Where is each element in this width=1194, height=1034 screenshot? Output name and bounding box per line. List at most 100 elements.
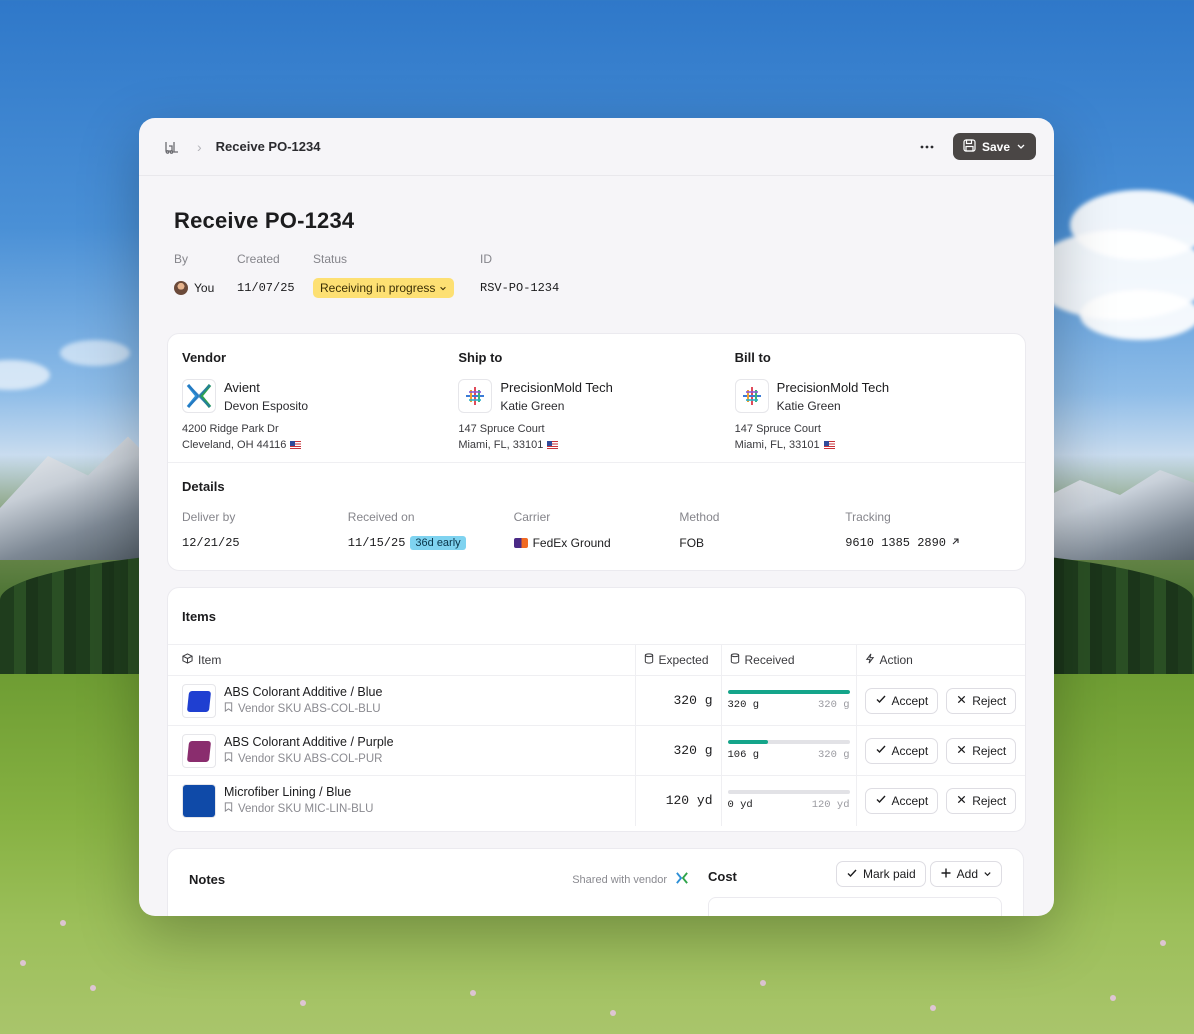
accept-button[interactable]: Accept	[864, 737, 939, 764]
item-sku: Vendor SKU ABS-COL-BLU	[238, 702, 381, 715]
reject-button[interactable]: Reject	[946, 737, 1017, 764]
ship-to-section: Ship to PrecisionMold Tech Katie Green 1…	[458, 350, 734, 462]
vendor-company: Avient	[224, 380, 260, 395]
ship-to-address-line2: Miami, FL, 33101	[458, 439, 544, 451]
fedex-icon	[513, 538, 528, 548]
addresses-details-card: Vendor Avient Devon Esposito 4200 Ridge …	[167, 333, 1026, 571]
by-label: By	[174, 252, 189, 266]
received-on-label: Received on	[347, 510, 415, 524]
deliver-by-label: Deliver by	[182, 510, 236, 524]
ship-to-address-line1: 147 Spruce Court	[458, 423, 545, 435]
received-value: 320 g	[727, 699, 760, 711]
receive-po-window: › Receive PO-1234 Save Receive PO-1234 B…	[139, 118, 1054, 916]
notes-section: Notes Shared with vendor	[189, 871, 689, 916]
bookmark-icon	[224, 751, 233, 768]
close-icon	[956, 794, 967, 808]
column-header-item: Item	[168, 644, 635, 676]
created-value: 11/07/25	[237, 281, 295, 295]
forklift-icon[interactable]	[164, 139, 180, 155]
save-button[interactable]: Save	[952, 133, 1036, 160]
reject-button[interactable]: Reject	[946, 687, 1017, 714]
reject-button[interactable]: Reject	[946, 787, 1017, 814]
received-on-value: 11/15/25	[347, 536, 406, 550]
mark-paid-button[interactable]: Mark paid	[835, 861, 926, 887]
product-thumbnail	[182, 683, 216, 718]
meta-row: By You Created 11/07/25 Status Receiving…	[174, 252, 1026, 298]
chevron-right-icon: ›	[197, 138, 202, 155]
cost-section: Cost Mark paid Add	[708, 861, 1002, 916]
bill-to-heading: Bill to	[734, 350, 771, 365]
received-value: 106 g	[727, 749, 760, 761]
table-row: Microfiber Lining / Blue Vendor SKU MIC-…	[168, 775, 1025, 826]
page-title: Receive PO-1234	[174, 208, 355, 233]
ship-to-heading: Ship to	[458, 350, 503, 365]
received-progress-bar	[727, 790, 850, 795]
details-heading: Details	[182, 479, 225, 494]
cylinder-icon	[730, 653, 740, 667]
vendor-contact: Devon Esposito	[224, 399, 309, 413]
shared-with-vendor: Shared with vendor	[572, 871, 689, 888]
us-flag-icon	[547, 441, 559, 449]
add-cost-button[interactable]: Add	[929, 861, 1002, 887]
items-heading: Items	[182, 609, 216, 624]
column-header-received: Received	[720, 644, 856, 676]
carrier-label: Carrier	[513, 510, 551, 524]
product-thumbnail	[182, 783, 216, 818]
deliver-by-value: 12/21/25	[182, 536, 240, 550]
check-icon	[875, 743, 887, 758]
table-row: ABS Colorant Additive / Blue Vendor SKU …	[168, 675, 1025, 726]
carrier-value: FedEx Ground	[532, 536, 611, 550]
bill-to-address-line1: 147 Spruce Court	[734, 423, 821, 435]
column-header-action: Action	[855, 644, 1025, 676]
plus-icon	[940, 867, 952, 882]
expected-value: 120 yd	[634, 775, 721, 826]
item-sku: Vendor SKU MIC-LIN-BLU	[238, 802, 374, 815]
tracking-link[interactable]: 9610 1385 2890	[845, 536, 1011, 550]
received-progress-bar	[727, 690, 850, 694]
chevron-down-icon	[1016, 140, 1026, 154]
avient-logo-icon	[675, 871, 689, 888]
cylinder-icon	[644, 653, 654, 667]
id-label: ID	[480, 252, 492, 266]
vendor-address-line2: Cleveland, OH 44116	[182, 439, 287, 451]
check-icon	[875, 693, 887, 708]
status-value: Receiving in progress	[320, 281, 436, 295]
box-icon	[182, 653, 193, 667]
close-icon	[956, 744, 967, 758]
lightning-icon	[865, 653, 875, 667]
received-progress-bar	[727, 740, 850, 744]
method-label: Method	[679, 510, 720, 524]
more-options-button[interactable]	[915, 135, 939, 159]
check-icon	[875, 793, 887, 808]
notes-heading: Notes	[189, 872, 226, 887]
precisionmold-logo-icon	[458, 379, 493, 413]
status-dropdown[interactable]: Receiving in progress	[313, 278, 455, 298]
items-table: Item Expected Received Action ABS Colora…	[168, 644, 1025, 826]
bill-to-address-line2: Miami, FL, 33101	[734, 439, 820, 451]
precisionmold-logo-icon	[734, 379, 769, 413]
expected-value-small: 120 yd	[811, 799, 850, 812]
accept-button[interactable]: Accept	[864, 687, 939, 714]
bill-to-contact: Katie Green	[776, 399, 841, 413]
us-flag-icon	[290, 441, 302, 449]
items-card: Items Item Expected Received Action ABS …	[167, 587, 1026, 832]
cost-heading: Cost	[708, 868, 737, 884]
us-flag-icon	[823, 441, 835, 449]
floppy-disk-icon	[963, 138, 976, 155]
item-name: ABS Colorant Additive / Blue	[224, 684, 383, 699]
close-icon	[956, 694, 967, 708]
vendor-heading: Vendor	[182, 350, 227, 365]
expected-value: 320 g	[634, 725, 721, 776]
bookmark-icon	[224, 801, 233, 818]
bill-to-section: Bill to PrecisionMold Tech Katie Green 1…	[734, 350, 1011, 462]
column-header-expected: Expected	[634, 644, 721, 676]
external-link-icon	[951, 536, 960, 550]
chevron-down-icon	[439, 281, 447, 295]
id-value: RSV-PO-1234	[480, 281, 560, 295]
accept-button[interactable]: Accept	[864, 787, 939, 814]
method-value: FOB	[679, 536, 705, 550]
expected-value-small: 320 g	[817, 699, 850, 711]
expected-value-small: 320 g	[817, 749, 850, 761]
avient-logo-icon	[182, 379, 216, 413]
table-row: ABS Colorant Additive / Purple Vendor SK…	[168, 725, 1025, 776]
